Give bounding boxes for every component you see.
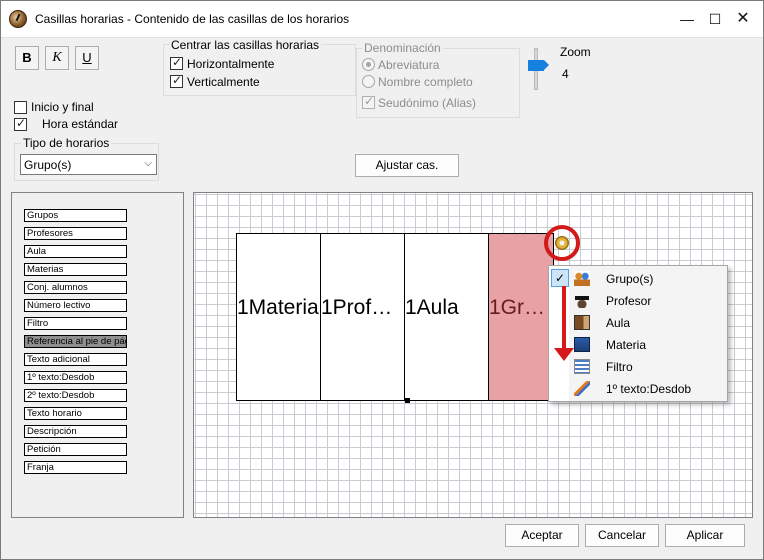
seudonimo-label: Seudónimo (Alias) bbox=[378, 96, 477, 110]
popup-item-texto-desdob[interactable]: 1º texto:Desdob bbox=[571, 378, 727, 400]
popup-item-label: Filtro bbox=[606, 360, 633, 374]
abreviatura-radio[interactable] bbox=[362, 58, 375, 71]
dialog-window: Casillas horarias - Contenido de las cas… bbox=[0, 0, 764, 560]
inicio-final-label: Inicio y final bbox=[31, 100, 94, 114]
popup-item-label: Aula bbox=[606, 316, 631, 330]
nombre-completo-label: Nombre completo bbox=[378, 75, 473, 89]
dialog-client-area: B K U Centrar las casillas horarias Hori… bbox=[1, 37, 763, 559]
close-button[interactable]: ✕ bbox=[729, 7, 757, 31]
hora-estandar-label: Hora estándar bbox=[42, 117, 119, 131]
subject-book-icon bbox=[574, 337, 590, 352]
field-popup-menu: ✓ Grupo(s) Profesor Aula Materia Filtro … bbox=[548, 265, 728, 402]
cell-grupo-text: 1Grupo(s) bbox=[489, 296, 552, 319]
teacher-icon bbox=[574, 293, 590, 308]
popup-item-filtro[interactable]: Filtro bbox=[571, 356, 727, 378]
window-title: Casillas horarias - Contenido de las cas… bbox=[35, 12, 350, 26]
italic-button[interactable]: K bbox=[45, 46, 69, 70]
cell-aula-text: 1Aula bbox=[405, 296, 459, 319]
field-item[interactable]: Aula bbox=[24, 245, 127, 258]
field-item[interactable]: Grupos bbox=[24, 209, 127, 222]
aceptar-button[interactable]: Aceptar bbox=[505, 524, 579, 547]
horizontal-label: Horizontalmente bbox=[187, 57, 275, 71]
popup-item-label: Profesor bbox=[606, 294, 652, 308]
popup-item-aula[interactable]: Aula bbox=[571, 312, 727, 334]
title-bar: Casillas horarias - Contenido de las cas… bbox=[1, 1, 763, 37]
field-item[interactable]: Número lectivo bbox=[24, 299, 127, 312]
field-item[interactable]: Profesores bbox=[24, 227, 127, 240]
field-item[interactable]: Conj. alumnos bbox=[24, 281, 127, 294]
room-icon bbox=[574, 315, 590, 330]
cell-materia-text: 1Materia bbox=[237, 296, 319, 319]
fields-panel: Grupos Profesores Aula Materias Conj. al… bbox=[11, 192, 184, 518]
chevron-down-icon: ⌵ bbox=[144, 158, 152, 169]
popup-item-grupos[interactable]: Grupo(s) bbox=[571, 268, 727, 290]
field-item[interactable]: Filtro bbox=[24, 317, 127, 330]
popup-item-profesor[interactable]: Profesor bbox=[571, 290, 727, 312]
horizontal-checkbox[interactable] bbox=[170, 55, 183, 70]
zoom-label: Zoom bbox=[560, 45, 591, 59]
cancelar-button[interactable]: Cancelar bbox=[585, 524, 659, 547]
zoom-slider-thumb[interactable] bbox=[528, 60, 549, 71]
inicio-final-checkbox[interactable] bbox=[14, 101, 27, 114]
field-item[interactable]: 1º texto:Desdob bbox=[24, 371, 127, 384]
resize-handle[interactable] bbox=[405, 398, 410, 403]
minimize-button[interactable]: — bbox=[673, 7, 701, 31]
field-item-selected[interactable]: Referencia al pie de pág. bbox=[24, 335, 127, 348]
popup-item-label: Grupo(s) bbox=[606, 272, 654, 286]
app-clock-icon[interactable] bbox=[9, 10, 27, 28]
popup-item-label: 1º texto:Desdob bbox=[606, 382, 692, 396]
centrar-group-title: Centrar las casillas horarias bbox=[169, 38, 322, 52]
hora-estandar-checkbox[interactable] bbox=[14, 116, 27, 131]
field-item[interactable]: Descripción bbox=[24, 425, 127, 438]
field-item[interactable]: Texto adicional bbox=[24, 353, 127, 366]
field-item[interactable]: 2º texto:Desdob bbox=[24, 389, 127, 402]
nombre-completo-radio[interactable] bbox=[362, 75, 375, 88]
tipo-horarios-label: Tipo de horarios bbox=[21, 136, 112, 150]
filter-icon bbox=[574, 359, 590, 374]
zoom-value: 4 bbox=[562, 67, 569, 81]
field-item[interactable]: Franja bbox=[24, 461, 127, 474]
bold-button[interactable]: B bbox=[15, 46, 39, 70]
cell-profesor-text: 1Profesor bbox=[321, 296, 403, 319]
tipo-horarios-select[interactable]: Grupo(s) ⌵ bbox=[20, 154, 157, 175]
ajustar-button[interactable]: Ajustar cas. bbox=[355, 154, 459, 177]
popup-item-label: Materia bbox=[606, 338, 647, 352]
tipo-horarios-value: Grupo(s) bbox=[24, 158, 72, 172]
popup-item-materia[interactable]: Materia bbox=[571, 334, 727, 356]
cell-aula[interactable]: 1Aula bbox=[404, 233, 489, 401]
check-icon[interactable]: ✓ bbox=[551, 269, 569, 287]
pencil-icon bbox=[574, 381, 590, 396]
underline-button[interactable]: U bbox=[75, 46, 99, 70]
abreviatura-label: Abreviatura bbox=[378, 58, 440, 72]
cell-materia[interactable]: 1Materia bbox=[236, 233, 321, 401]
gear-icon[interactable] bbox=[555, 236, 569, 250]
seudonimo-checkbox[interactable] bbox=[362, 94, 375, 109]
groups-icon bbox=[574, 271, 590, 286]
field-item[interactable]: Texto horario bbox=[24, 407, 127, 420]
field-item[interactable]: Materias bbox=[24, 263, 127, 276]
vertical-checkbox[interactable] bbox=[170, 73, 183, 88]
field-item[interactable]: Petición bbox=[24, 443, 127, 456]
aplicar-button[interactable]: Aplicar bbox=[665, 524, 745, 547]
vertical-label: Verticalmente bbox=[187, 75, 260, 89]
maximize-button[interactable]: ☐ bbox=[701, 7, 729, 31]
cell-grupo[interactable]: 1Grupo(s) bbox=[488, 233, 554, 401]
down-arrow-icon bbox=[562, 286, 566, 350]
denominacion-group-title: Denominación bbox=[362, 41, 443, 55]
cell-profesor[interactable]: 1Profesor bbox=[320, 233, 405, 401]
